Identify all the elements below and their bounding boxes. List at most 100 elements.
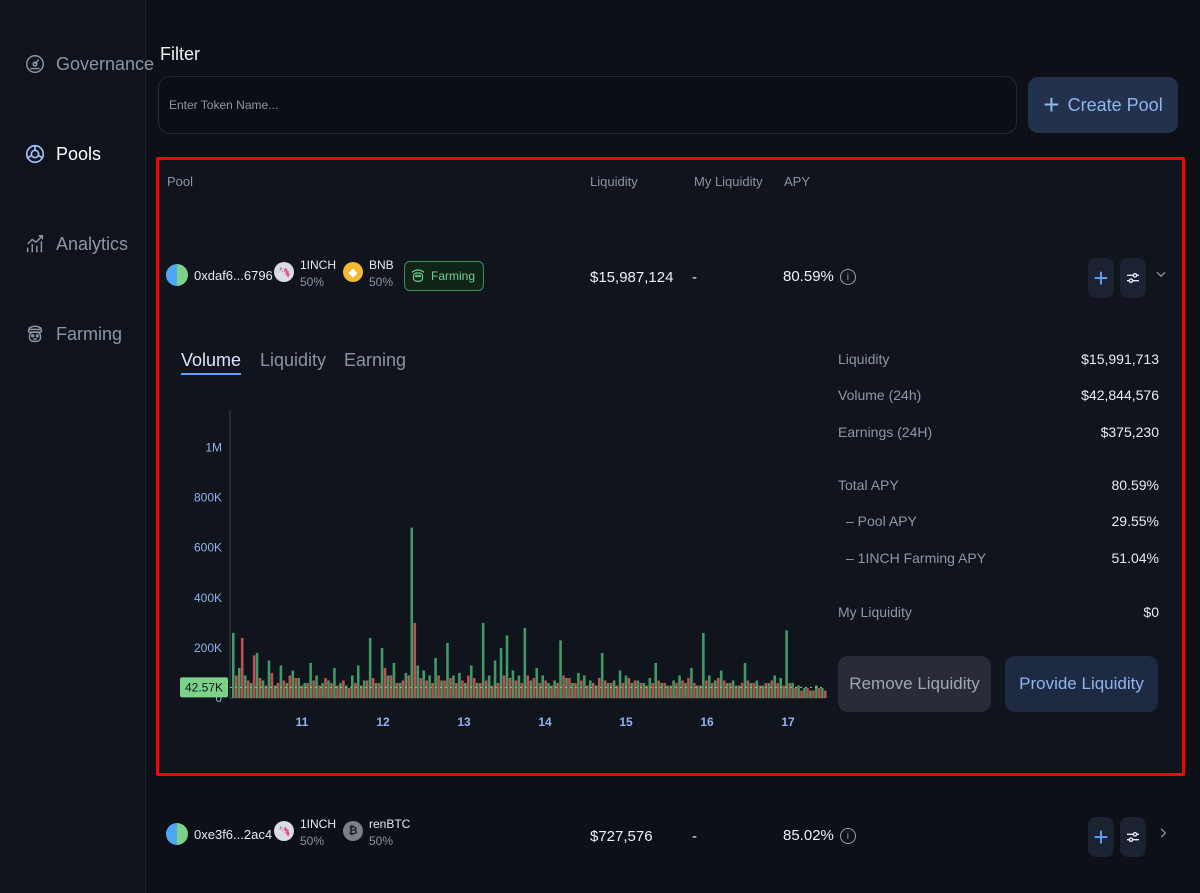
volume-bar-up	[684, 682, 687, 698]
volume-bar-down	[776, 682, 779, 698]
pool-row[interactable]: 0xe3f6...2ac4 🦄 1INCH 50% ₿ renBTC 50% $72…	[166, 817, 1176, 857]
sidebar-item-label: Governance	[56, 53, 155, 74]
analytics-icon	[26, 235, 44, 253]
volume-bar-down	[276, 682, 280, 698]
pool-row[interactable]: 0xdaf6...6796 🦄 1INCH 50% ◆ BNB 50% Farmin…	[166, 258, 1176, 298]
volume-bar-down	[609, 682, 613, 698]
volume-bar-down	[716, 677, 720, 698]
volume-bar-down	[312, 680, 315, 698]
x-tick-label: 13	[457, 715, 471, 729]
volume-bar-up	[333, 667, 336, 698]
volume-bar-down	[425, 680, 428, 698]
tab-volume[interactable]: Volume	[181, 350, 242, 375]
stat-liquidity-value: $15,991,713	[1081, 351, 1159, 367]
volume-bar-up	[791, 682, 794, 698]
pool-settings-button[interactable]	[1120, 817, 1146, 857]
volume-bar-down	[389, 675, 393, 698]
volume-bar-up	[541, 675, 544, 698]
volume-bar-down	[806, 687, 809, 698]
volume-bar-up	[464, 682, 467, 698]
volume-bar-up	[428, 675, 431, 698]
volume-bar-up	[713, 680, 717, 698]
volume-bar-up	[315, 675, 318, 698]
volume-bar-up	[803, 687, 806, 698]
volume-bar-up	[249, 682, 253, 698]
remove-liquidity-button[interactable]: Remove Liquidity	[838, 656, 991, 712]
volume-bar-down	[722, 680, 726, 698]
volume-bar-up	[458, 672, 461, 698]
volume-bar-down	[681, 680, 684, 698]
volume-bar-up	[779, 677, 782, 698]
volume-bar-down	[348, 687, 351, 698]
volume-bar-down	[639, 682, 643, 698]
volume-bar-down	[282, 680, 286, 698]
volume-bar-up	[434, 657, 437, 698]
volume-bar-down	[591, 682, 595, 698]
volume-bar-down	[455, 682, 458, 698]
pool-settings-button[interactable]	[1120, 258, 1146, 298]
header-apy: APY	[784, 174, 811, 189]
token-name: 1INCH	[300, 817, 337, 831]
1inch-icon: 🦄	[274, 262, 294, 282]
x-axis: 11 12 13 14 15 16 17	[230, 697, 825, 729]
volume-bar-up	[380, 647, 384, 698]
volume-bar-down	[788, 682, 791, 698]
volume-bar-down	[663, 682, 666, 698]
info-icon[interactable]: i	[839, 828, 856, 845]
volume-bar-up	[559, 640, 562, 698]
add-liquidity-button[interactable]: +	[1088, 258, 1114, 298]
volume-bar-up	[303, 682, 306, 698]
volume-bar-up	[392, 662, 396, 698]
volume-bar-down	[383, 667, 387, 698]
token-search-input[interactable]	[158, 76, 1017, 134]
y-axis: 0200K400K600K800K1M	[194, 410, 231, 705]
volume-bar-down	[502, 675, 506, 698]
volume-bar-down	[330, 682, 333, 698]
pool-apy: 85.02% i	[783, 827, 856, 845]
volume-bar-down	[246, 680, 250, 698]
info-icon[interactable]: i	[839, 269, 856, 286]
stat-volume-value: $42,844,576	[1081, 387, 1159, 403]
volume-bar-up	[237, 667, 241, 698]
tab-liquidity[interactable]: Liquidity	[260, 350, 326, 371]
token-name: 1INCH	[300, 258, 337, 272]
pool-apy: 80.59% i	[783, 268, 856, 286]
plus-icon: +	[1093, 821, 1109, 852]
token-pct: 50%	[300, 275, 325, 289]
chevron-down-icon[interactable]	[1154, 267, 1168, 284]
provide-liquidity-button[interactable]: Provide Liquidity	[1005, 656, 1158, 712]
volume-bar-down	[294, 677, 298, 698]
volume-bar-down	[597, 677, 601, 698]
y-tick-label: 200K	[194, 641, 222, 655]
volume-bar-down	[818, 687, 821, 698]
x-tick-label: 17	[781, 715, 795, 729]
sidebar-item-analytics[interactable]: Analytics	[24, 233, 128, 255]
volume-bar-up	[517, 675, 521, 698]
chevron-right-icon[interactable]	[1156, 826, 1170, 843]
volume-bar-down	[484, 680, 488, 698]
create-pool-button[interactable]: + Create Pool	[1028, 77, 1178, 133]
y-tick-label: 1M	[205, 441, 222, 455]
token-b: ₿ renBTC 50%	[343, 817, 410, 848]
volume-bar-down	[580, 680, 583, 698]
volume-bars	[232, 527, 827, 698]
tab-earning[interactable]: Earning	[344, 350, 406, 371]
pool-liquidity: $727,576	[590, 828, 653, 845]
x-tick-label: 11	[296, 715, 309, 729]
sidebar-item-label: Farming	[56, 323, 123, 344]
farming-label: Farming	[431, 269, 476, 283]
stat-my-liquidity-label: My Liquidity	[838, 604, 912, 620]
add-liquidity-button[interactable]: +	[1088, 817, 1114, 857]
volume-bar-up	[362, 680, 366, 698]
sidebar-item-label: Analytics	[56, 233, 129, 254]
volume-bar-up	[797, 685, 800, 698]
token-pct: 50%	[300, 834, 325, 848]
volume-bar-up	[422, 670, 425, 698]
sidebar-item-pools[interactable]: Pools	[24, 143, 101, 165]
1inch-icon: 🦄	[274, 821, 294, 841]
volume-bar-down	[574, 682, 577, 698]
token-pct: 50%	[369, 834, 394, 848]
sidebar-item-farming[interactable]: Farming	[24, 323, 122, 345]
volume-bar-up	[327, 680, 330, 698]
sidebar-item-governance[interactable]: Governance	[24, 53, 154, 75]
